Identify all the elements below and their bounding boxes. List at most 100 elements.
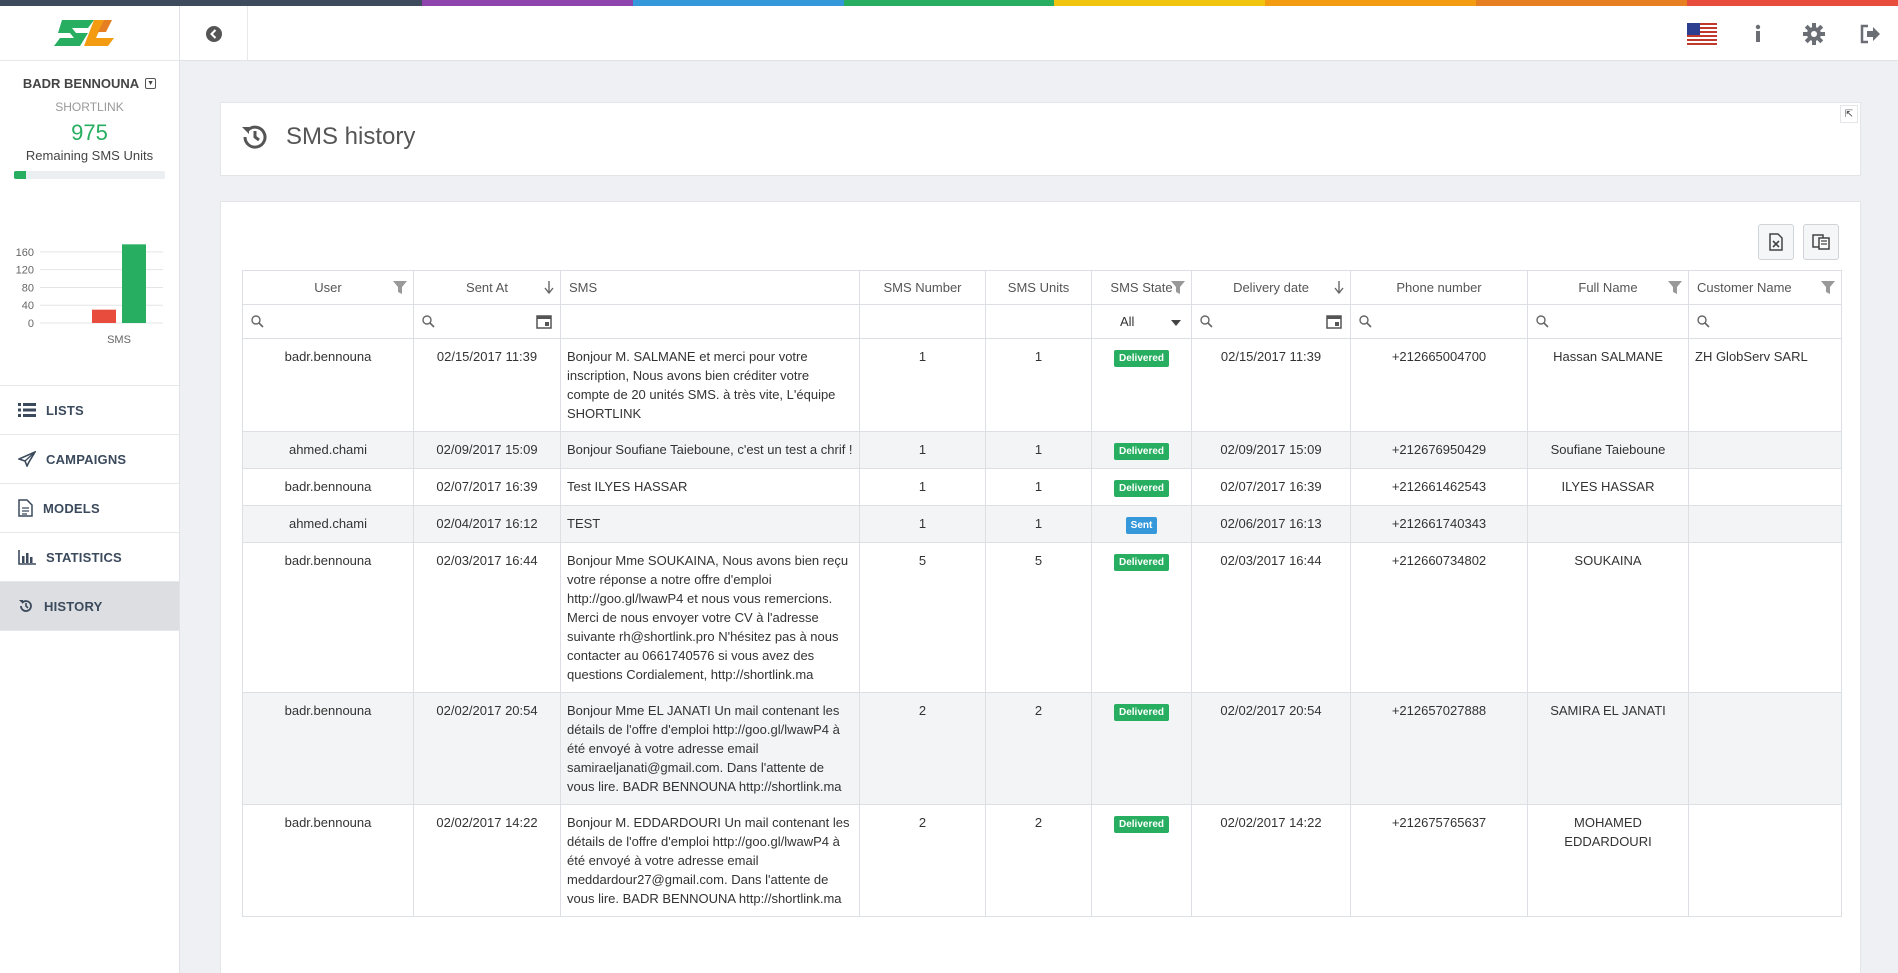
cell-sms-state: Delivered: [1091, 468, 1192, 506]
sms-state-filter-select[interactable]: All: [1091, 304, 1192, 339]
cell-user: badr.bennouna: [242, 468, 414, 506]
cell-sms-units-text: 1: [1034, 516, 1043, 531]
sms-filter-cell: [560, 304, 860, 339]
user-filter-input[interactable]: [242, 304, 414, 339]
sidebar-item-models[interactable]: MODELS: [0, 484, 179, 533]
column-header-sent-at[interactable]: Sent At: [413, 270, 561, 305]
column-header-phone[interactable]: Phone number: [1350, 270, 1528, 305]
cell-sms-units: 2: [985, 692, 1092, 805]
cell-sms-state: Delivered: [1091, 692, 1192, 805]
cell-sent-at-text: 02/15/2017 11:39: [436, 349, 538, 364]
column-header-sms-units[interactable]: SMS Units: [985, 270, 1092, 305]
cell-user: badr.bennouna: [242, 692, 414, 805]
info-button[interactable]: [1730, 24, 1786, 44]
history-icon: [18, 598, 34, 614]
cell-sms-text: Bonjour Soufiane Taieboune, c'est un tes…: [567, 442, 853, 457]
table-row[interactable]: badr.bennouna 02/02/2017 14:22 Bonjour M. …: [242, 804, 1842, 917]
chart-bar: [92, 309, 116, 323]
cell-sms: Test ILYES HASSAR: [560, 468, 860, 506]
sidebar-item-label: MODELS: [43, 500, 100, 516]
column-header-user[interactable]: User: [242, 270, 414, 305]
sort-down-icon[interactable]: [544, 281, 554, 297]
sidebar-item-statistics[interactable]: STATISTICS: [0, 533, 179, 582]
sidebar-item-history[interactable]: HISTORY: [0, 582, 179, 631]
sort-down-icon[interactable]: [1334, 281, 1344, 297]
cell-sms-state: Delivered: [1091, 804, 1192, 917]
cell-customer-name-text: ZH GlobServ SARL: [1695, 349, 1808, 364]
cell-sent-at: 02/04/2017 16:12: [413, 505, 561, 543]
cell-sms-text: Bonjour Mme EL JANATI Un mail contenant …: [567, 703, 842, 794]
column-chooser-button[interactable]: [1803, 224, 1839, 260]
table-row[interactable]: badr.bennouna 02/02/2017 20:54 Bonjour Mme…: [242, 692, 1842, 805]
column-header-sms[interactable]: SMS: [560, 270, 860, 305]
column-header-sms-number[interactable]: SMS Number: [859, 270, 986, 305]
filter-icon[interactable]: [393, 281, 407, 297]
column-label: SMS Number: [883, 280, 962, 295]
sidebar-item-lists[interactable]: LISTS: [0, 386, 179, 435]
logout-button[interactable]: [1842, 24, 1898, 44]
brand-logo[interactable]: [0, 6, 179, 61]
sent-at-filter-input[interactable]: [413, 304, 561, 339]
column-header-full-name[interactable]: Full Name: [1527, 270, 1689, 305]
filter-icon[interactable]: [1668, 281, 1682, 297]
table-row[interactable]: ahmed.chami 02/09/2017 15:09 Bonjour Soufi…: [242, 431, 1842, 469]
filter-icon[interactable]: [1171, 281, 1185, 297]
cell-sent-at-text: 02/07/2017 16:39: [436, 479, 538, 494]
cell-user: ahmed.chami: [242, 505, 414, 543]
table-row[interactable]: badr.bennouna 02/15/2017 11:39 Bonjour M. …: [242, 338, 1842, 432]
state-filter-value: All: [1120, 314, 1135, 329]
sidebar-item-campaigns[interactable]: CAMPAIGNS: [0, 435, 179, 484]
customer-name-filter-input[interactable]: [1688, 304, 1842, 339]
user-profile: BADR BENNOUNA ▼ SHORTLINK 975 Remaining …: [0, 61, 179, 179]
sms-history-table: User Sent At SMS SMS Number SMS Units SM…: [242, 270, 1842, 917]
us-flag-icon: [1687, 22, 1717, 45]
calendar-icon[interactable]: [1326, 314, 1342, 332]
cell-user-text: badr.bennouna: [284, 479, 372, 494]
filter-icon[interactable]: [1821, 281, 1835, 297]
cell-sms-number: 5: [859, 542, 986, 693]
delivery-date-filter-input[interactable]: [1191, 304, 1351, 339]
column-header-customer-name[interactable]: Customer Name: [1688, 270, 1842, 305]
settings-button[interactable]: [1786, 22, 1842, 45]
calendar-icon[interactable]: [536, 314, 552, 332]
y-tick-label: 80: [22, 282, 34, 294]
caret-down-icon: [1171, 314, 1181, 329]
cell-delivery-date: 02/06/2017 16:13: [1191, 505, 1351, 543]
sidebar: BADR BENNOUNA ▼ SHORTLINK 975 Remaining …: [0, 6, 180, 973]
table-row[interactable]: ahmed.chami 02/04/2017 16:12 TEST 1 1 Sent 02/…: [242, 505, 1842, 543]
header-row: User Sent At SMS SMS Number SMS Units SM…: [242, 270, 1842, 305]
sidebar-collapse-button[interactable]: [180, 6, 248, 61]
cell-user-text: ahmed.chami: [288, 442, 368, 457]
cell-phone: +212661462543: [1350, 468, 1528, 506]
cell-sms-text: Bonjour M. SALMANE et merci pour votre i…: [567, 349, 836, 421]
full-name-filter-input[interactable]: [1527, 304, 1689, 339]
cell-sms-units-text: 2: [1034, 815, 1043, 830]
sidebar-item-label: CAMPAIGNS: [46, 451, 127, 467]
cell-customer-name: [1688, 542, 1842, 693]
table-row[interactable]: badr.bennouna 02/07/2017 16:39 Test ILYES …: [242, 468, 1842, 506]
table-row[interactable]: badr.bennouna 02/03/2017 16:44 Bonjour Mme…: [242, 542, 1842, 693]
phone-filter-input[interactable]: [1350, 304, 1528, 339]
cell-delivery-date: 02/09/2017 15:09: [1191, 431, 1351, 469]
cell-sms: Bonjour M. SALMANE et merci pour votre i…: [560, 338, 860, 432]
column-label: User: [314, 280, 342, 295]
cell-sms-units-text: 1: [1034, 479, 1043, 494]
column-header-sms-state[interactable]: SMS State: [1091, 270, 1192, 305]
cell-sms-number-text: 2: [918, 703, 927, 718]
language-button[interactable]: [1674, 22, 1730, 45]
profile-name-toggle[interactable]: BADR BENNOUNA ▼: [23, 76, 157, 91]
dropdown-caret-icon[interactable]: ▼: [145, 78, 157, 89]
cell-full-name: Hassan SALMANE: [1527, 338, 1689, 432]
search-icon: [1536, 315, 1549, 331]
cell-customer-name: ZH GlobServ SARL: [1688, 338, 1842, 432]
cell-sms-units: 5: [985, 542, 1092, 693]
history-icon: [239, 121, 271, 156]
expand-icon[interactable]: ⇱: [1840, 105, 1858, 123]
cell-sms-state: Delivered: [1091, 338, 1192, 432]
cell-delivery-date-text: 02/02/2017 20:54: [1220, 703, 1322, 718]
cell-phone-text: +212661740343: [1391, 516, 1487, 531]
sidebar-item-label: HISTORY: [44, 598, 103, 614]
y-tick-label: 120: [16, 265, 34, 277]
export-excel-button[interactable]: [1758, 224, 1794, 260]
column-header-delivery-date[interactable]: Delivery date: [1191, 270, 1351, 305]
